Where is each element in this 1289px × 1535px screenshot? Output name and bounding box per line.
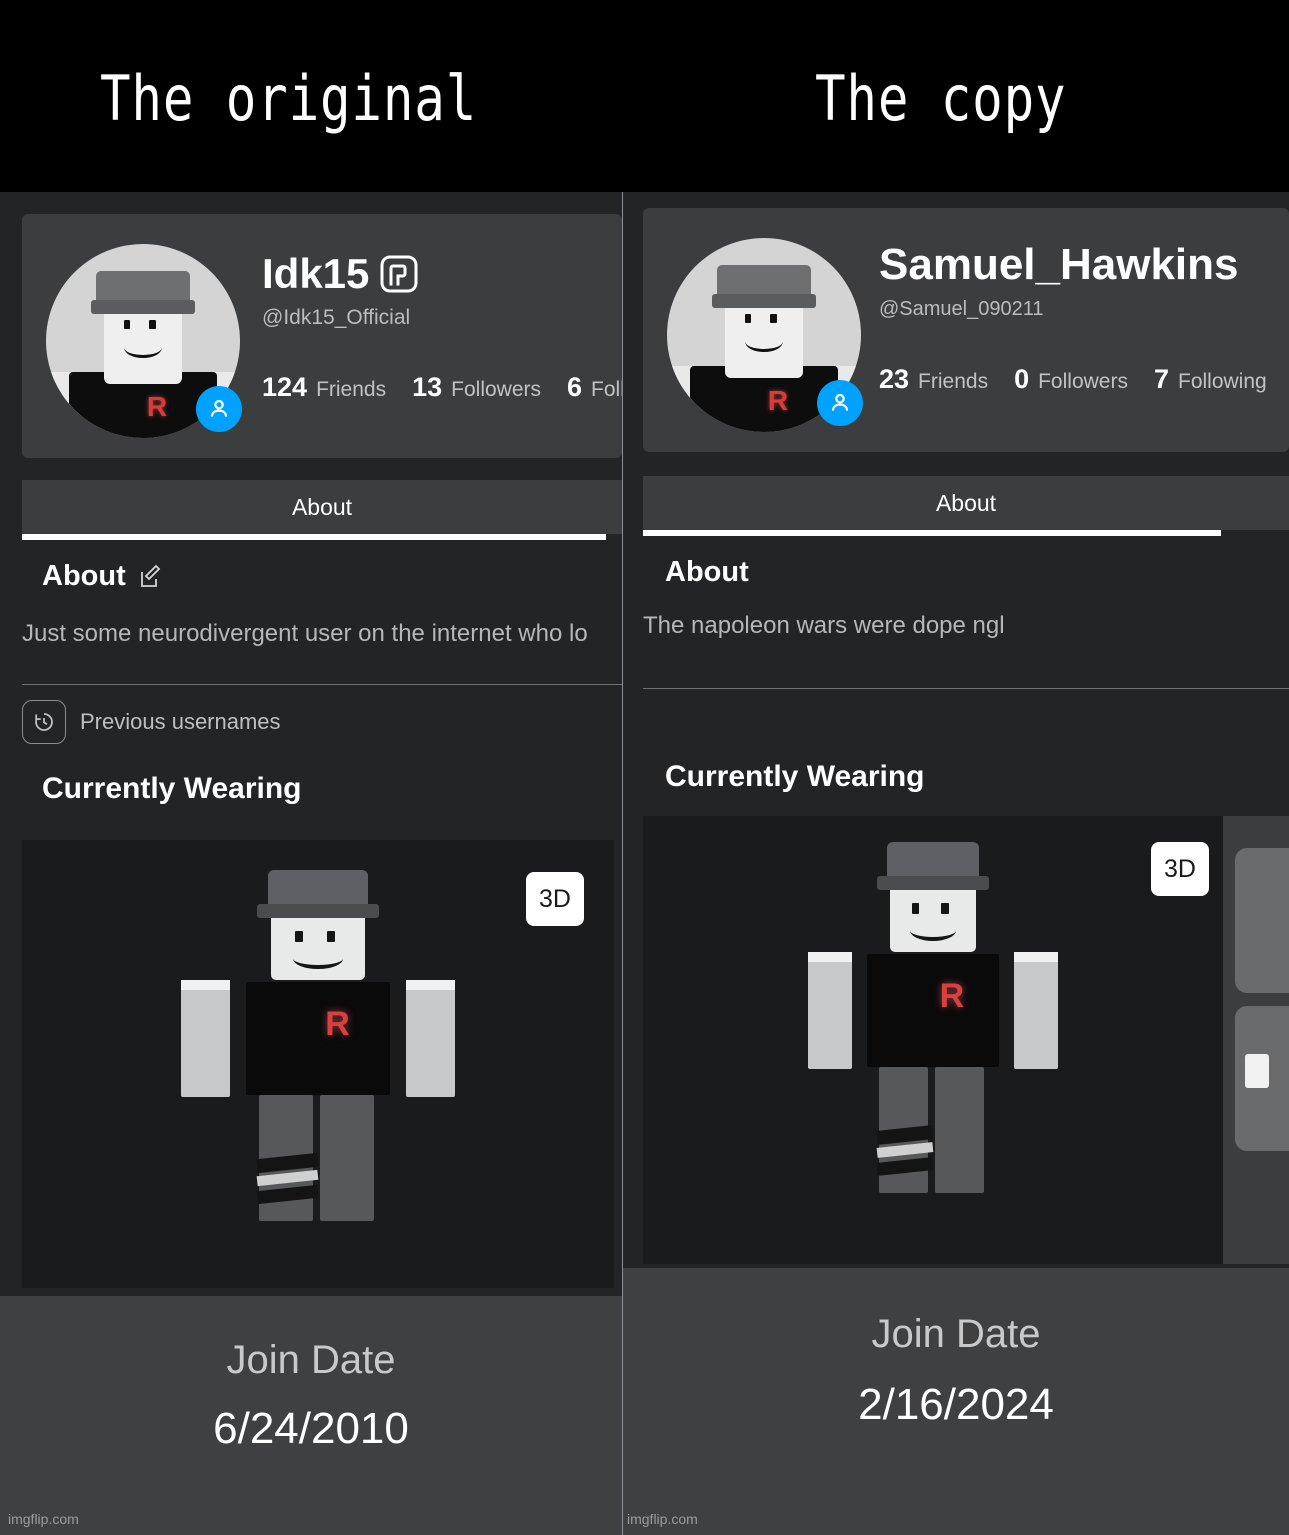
display-name-row: Idk15 [262,250,616,298]
stat-following[interactable]: 7 Following [1154,364,1267,395]
caption-banner: The original The copy [0,0,1289,192]
about-section-heading: About [665,556,749,589]
roblox-r-logo-icon: R [767,385,789,417]
caption-left: The original [100,62,478,135]
avatar-full-body-graphic: R [138,862,498,1282]
currently-wearing-heading: Currently Wearing [665,760,925,793]
following-label: Following [591,378,622,401]
friends-count: 124 [262,372,308,402]
about-bio-text: Just some neurodivergent user on the int… [22,620,588,647]
profile-header-card: R Samuel_Hawkins @Samuel_090211 23 Frien… [643,208,1289,452]
username-handle: @Idk15_Official [262,306,411,329]
roblox-r-logo-icon: R [146,391,168,423]
tab-bar: About [22,480,622,534]
avatar[interactable]: R [667,238,863,432]
wearing-item-card[interactable] [1235,848,1289,993]
profile-stats: 23 Friends 0 Followers 7 Following [879,364,1267,395]
previous-usernames-row[interactable]: Previous usernames [22,700,281,744]
previous-usernames-label: Previous usernames [80,709,281,734]
profile-identity: Idk15 @Idk15_Official [262,250,616,330]
following-count: 7 [1153,364,1169,394]
roblox-r-logo-icon: R [939,976,965,1015]
currently-wearing-heading: Currently Wearing [42,772,302,805]
stat-followers[interactable]: 13 Followers [412,372,541,403]
profile-stats: 124 Friends 13 Followers 6 Following [262,372,622,403]
stat-friends[interactable]: 23 Friends [879,364,988,395]
join-date-block: Join Date 2/16/2024 [623,1268,1289,1535]
roblox-premium-icon[interactable] [379,254,419,294]
tab-about[interactable]: About [643,476,1289,530]
wearing-item-card[interactable] [1235,1006,1289,1151]
wearing-items-rail [1223,816,1289,1264]
about-heading-text: About [42,560,126,592]
history-clock-icon[interactable] [22,700,66,744]
avatar-full-body-graphic: R [768,834,1098,1254]
followers-label: Followers [451,378,541,401]
view-3d-button[interactable]: 3D [526,872,584,926]
tab-bar: About [643,476,1289,530]
about-section-heading: About [42,560,164,593]
avatar[interactable]: R [46,244,242,438]
username-handle: @Samuel_090211 [879,298,1044,320]
join-date-label: Join Date [871,1312,1041,1356]
view-3d-button[interactable]: 3D [1151,842,1209,896]
display-name: Samuel_Hawkins [879,240,1239,289]
stat-followers[interactable]: 0 Followers [1014,364,1128,395]
item-thumbnail-icon [1245,1054,1269,1088]
friends-label: Friends [316,378,387,401]
meme-comparison-page: The original The copy R Idk15 @Idk15_Off… [0,0,1289,1535]
section-divider [643,688,1289,689]
join-date-block: Join Date 6/24/2010 [0,1296,622,1535]
avatar-3d-stage[interactable]: R 3D [643,816,1223,1264]
about-heading-text: About [665,556,749,588]
left-profile-screenshot: R Idk15 @Idk15_Official 124 Friends 13 F… [0,192,622,1535]
friends-count: 23 [879,364,910,394]
watermark-left: imgflip.com [8,1511,79,1527]
right-profile-screenshot: R Samuel_Hawkins @Samuel_090211 23 Frien… [623,192,1289,1535]
join-date-label: Join Date [226,1338,396,1382]
roblox-r-logo-icon: R [325,1004,350,1043]
edit-pencil-icon[interactable] [138,564,164,590]
person-badge-icon [196,386,242,432]
display-name: Idk15 [262,250,370,297]
profile-header-card: R Idk15 @Idk15_Official 124 Friends 13 F… [22,214,622,458]
followers-count: 0 [1014,364,1030,394]
tab-active-underline [22,534,606,540]
join-date-value: 2/16/2024 [858,1380,1054,1429]
join-date-value: 6/24/2010 [213,1404,409,1453]
about-bio-text: The napoleon wars were dope ngl [643,612,1005,639]
following-count: 6 [567,372,583,402]
avatar-3d-stage[interactable]: R 3D [22,840,614,1288]
display-name-row: Samuel_Hawkins [879,240,1283,290]
following-label: Following [1178,370,1267,393]
tab-active-underline [643,530,1221,536]
section-divider [22,684,622,685]
stat-friends[interactable]: 124 Friends [262,372,386,403]
profile-identity: Samuel_Hawkins @Samuel_090211 [879,240,1283,321]
panel-divider [622,192,623,1535]
person-badge-icon [817,380,863,426]
caption-right: The copy [815,62,1067,135]
followers-label: Followers [1038,370,1128,393]
watermark-right: imgflip.com [627,1511,698,1527]
stat-following[interactable]: 6 Following [567,372,622,403]
tab-about[interactable]: About [22,480,622,534]
friends-label: Friends [918,370,989,393]
followers-count: 13 [412,372,443,402]
